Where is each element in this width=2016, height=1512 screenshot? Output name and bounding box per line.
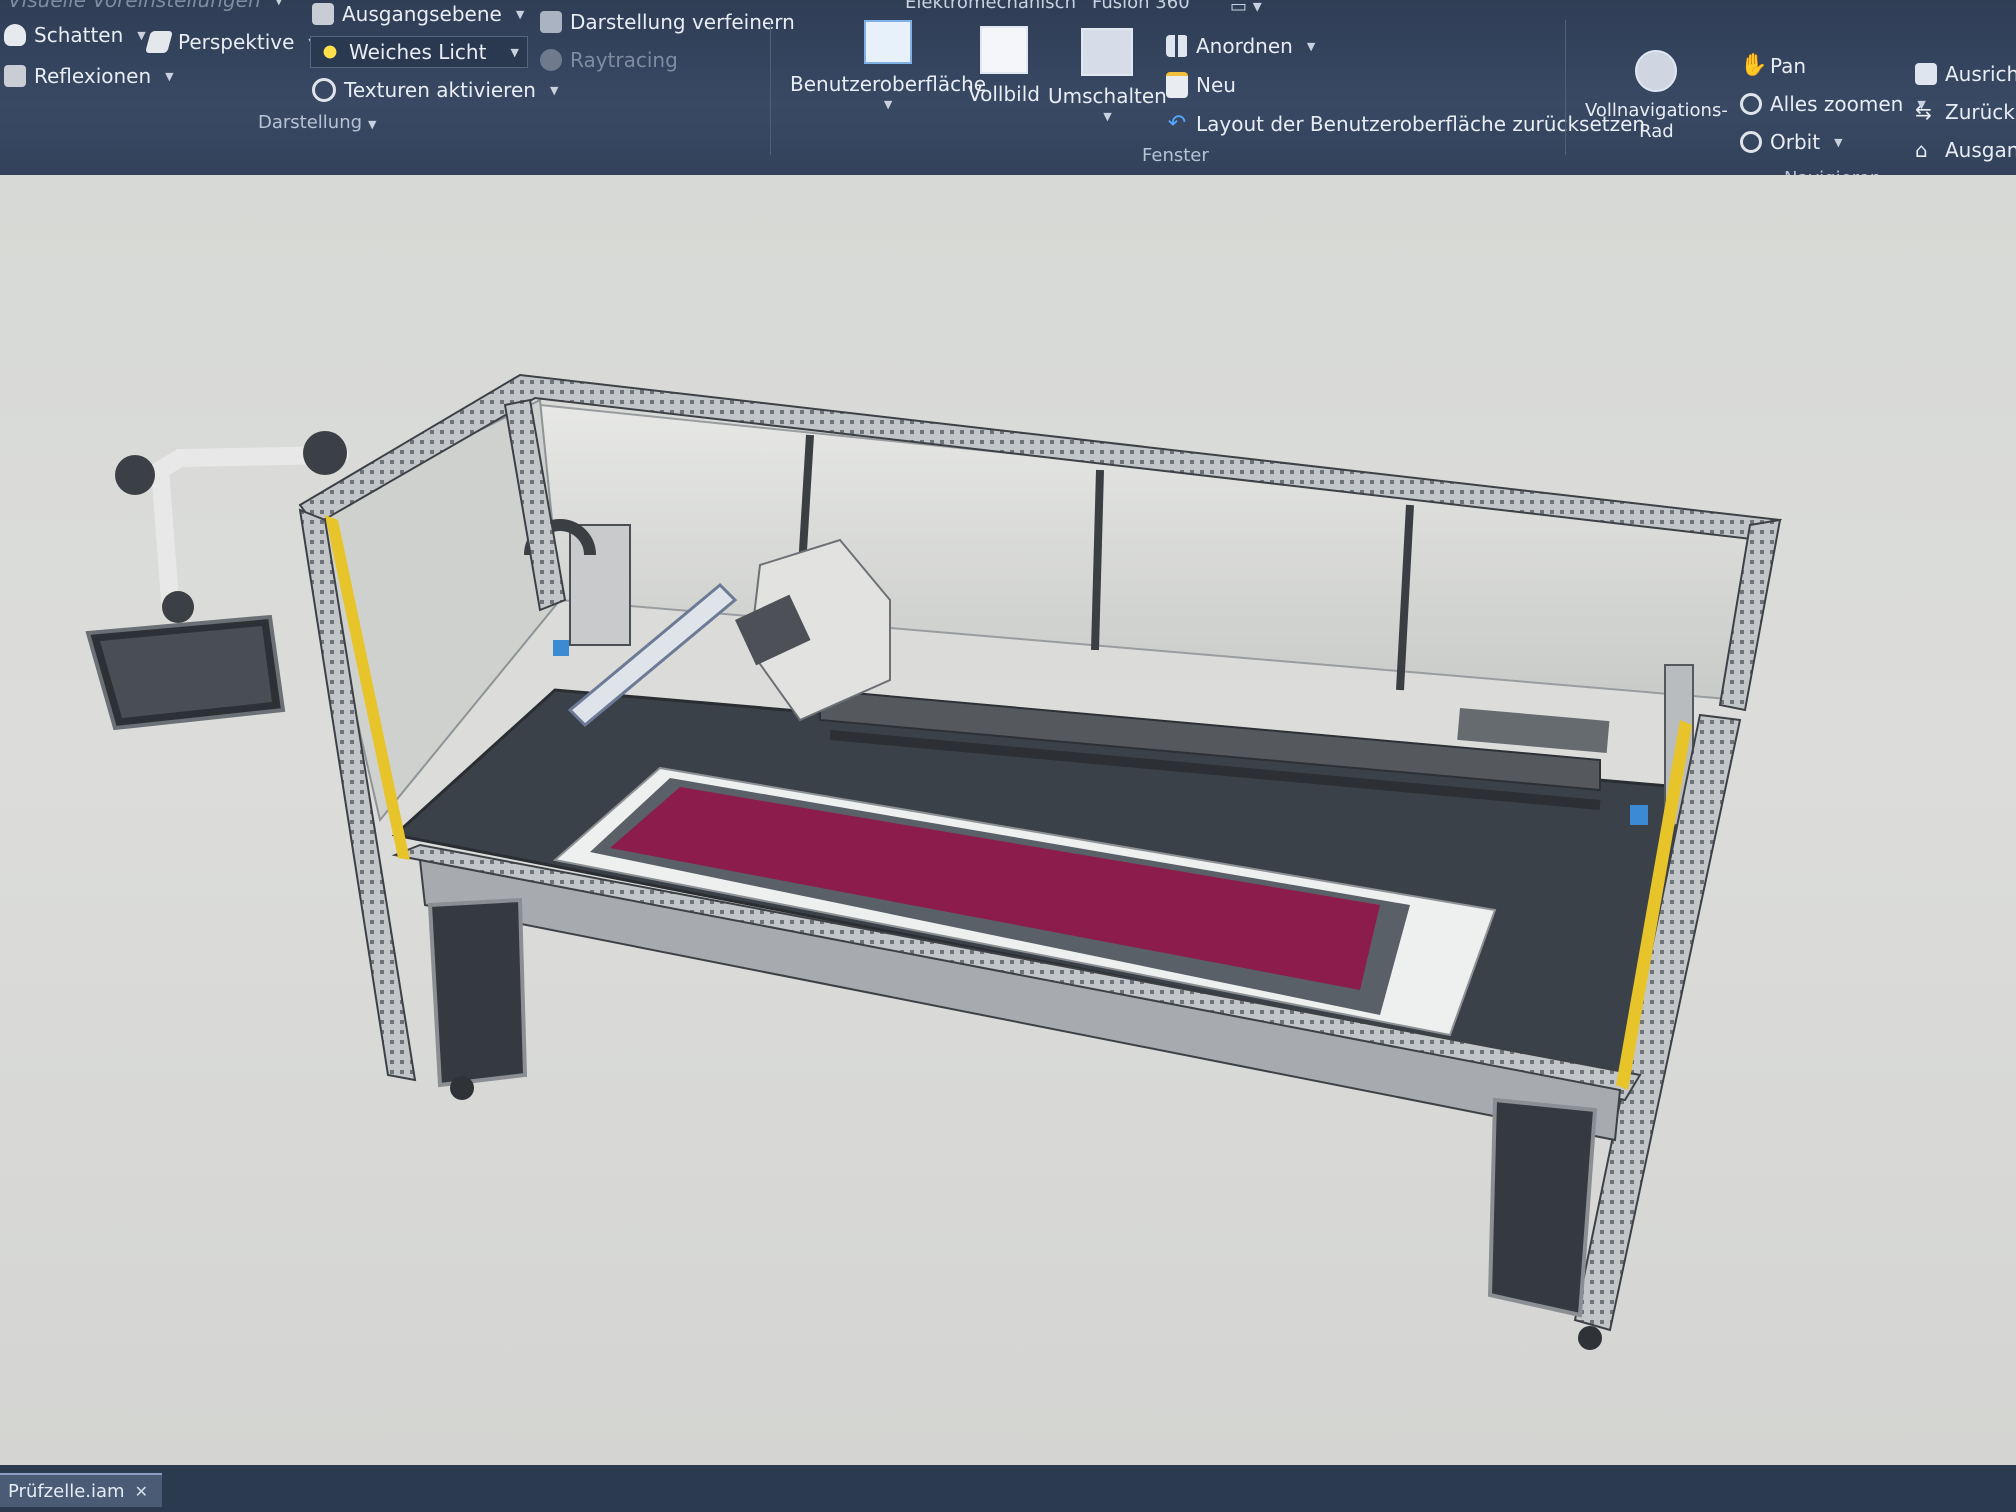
textures-dropdown[interactable]: Texturen aktivieren ▼ [312,78,558,102]
home-view-label: Ausgang [1945,138,2016,162]
back-button[interactable]: ⇆ Zurück [1915,100,2015,124]
fullscreen-button[interactable]: Vollbild [968,26,1040,106]
document-tab-bar: Prüfzelle.iam ✕ [0,1465,2016,1512]
perspective-label: Perspektive [178,30,295,54]
orbit-dropdown[interactable]: Orbit ▼ [1740,130,1843,154]
3d-viewport[interactable] [0,175,2016,1510]
align-view-icon [1915,63,1937,85]
close-icon[interactable]: ✕ [135,1482,148,1501]
perspective-icon [145,31,173,53]
zoom-icon [1740,93,1762,115]
switch-window-icon [1081,28,1134,76]
lighting-style-value: Weiches Licht [349,40,487,64]
zoom-all-label: Alles zoomen [1770,92,1904,116]
reflections-dropdown[interactable]: Reflexionen ▼ [4,64,174,88]
raytracing-button[interactable]: Raytracing [540,48,678,72]
orbit-label: Orbit [1770,130,1821,154]
full-navigation-wheel-button[interactable]: Vollnavigations- Rad [1585,50,1728,142]
group-label-darstellung[interactable]: Darstellung ▼ [258,112,377,133]
raytracing-icon [540,49,562,71]
navigation-wheel-icon [1635,50,1678,92]
full-navigation-wheel-label-2: Rad [1639,121,1674,142]
zoom-all-dropdown[interactable]: Alles zoomen ▼ [1740,92,1926,116]
document-tab[interactable]: Prüfzelle.iam ✕ [0,1473,162,1507]
assembly-render [85,373,1783,1350]
full-navigation-wheel-label-1: Vollnavigations- [1585,100,1728,121]
fullscreen-icon [979,26,1028,74]
arrange-dropdown[interactable]: Anordnen ▼ [1166,34,1315,58]
reset-layout-button[interactable]: ↶ Layout der Benutzeroberfläche zurückse… [1166,112,1645,136]
ground-plane-label: Ausgangsebene [342,2,502,26]
visual-presets-label: Visuelle Voreinstellungen [8,0,261,12]
textures-label: Texturen aktivieren [344,78,536,102]
refine-display-button[interactable]: Darstellung verfeinern [540,10,795,34]
sun-icon [319,41,341,63]
reflections-label: Reflexionen [34,64,152,88]
refine-display-label: Darstellung verfeinern [570,10,795,34]
tab-elektromechanisch[interactable]: Elektromechanisch [905,0,1076,13]
home-view-button[interactable]: ⌂ Ausgang [1915,138,2016,162]
reset-layout-label: Layout der Benutzeroberfläche zurücksetz… [1196,112,1646,136]
ribbon-separator [770,20,771,155]
monitor-screen [100,626,272,718]
back-view-icon: ⇆ [1915,100,1932,124]
new-window-label: Neu [1196,73,1236,97]
group-label-fenster: Fenster [1142,145,1209,166]
switch-window-label: Umschalten [1048,84,1167,108]
perspective-dropdown[interactable]: Perspektive▼ [145,30,317,54]
document-tab-label: Prüfzelle.iam [8,1480,125,1502]
arrange-label: Anordnen [1196,34,1293,58]
visual-presets-dropdown[interactable]: Visuelle Voreinstellungen ▼ [8,0,283,12]
fullscreen-label: Vollbild [968,82,1040,106]
darstellung-group-text: Darstellung [258,112,363,133]
pan-label: Pan [1770,54,1807,78]
tab-fusion-360[interactable]: Fusion 360 [1092,0,1190,13]
new-window-button[interactable]: Neu [1166,72,1236,98]
home-icon: ⌂ [1915,138,1928,162]
raytracing-label: Raytracing [570,48,678,72]
new-window-icon [1166,72,1188,98]
reflection-icon [4,65,26,87]
shadows-label: Schatten [34,23,124,47]
user-interface-icon [864,20,913,64]
shadow-icon [4,24,26,46]
refine-display-icon [540,11,562,33]
texture-icon [312,78,336,102]
ground-plane-dropdown[interactable]: Ausgangsebene ▼ [312,2,524,26]
ground-plane-icon [312,3,334,25]
shadows-dropdown[interactable]: Schatten ▼ [4,23,146,47]
hand-icon: ✋ [1740,53,1768,78]
user-interface-label: Benutzeroberfläche [790,72,987,96]
lighting-style-select[interactable]: Weiches Licht ▼ [310,36,528,68]
ribbon-options-icon[interactable]: ▭ ▾ [1230,0,1262,17]
switch-window-button[interactable]: Umschalten ▼ [1048,28,1167,123]
ribbon: Elektromechanisch Fusion 360 ▭ ▾ Visuell… [0,0,2016,189]
ribbon-separator [1565,20,1566,155]
pan-button[interactable]: ✋ Pan [1740,54,1806,78]
back-label: Zurück [1945,100,2015,124]
undo-arrow-icon: ↶ [1167,111,1187,136]
arrange-icon [1166,35,1188,57]
user-interface-button[interactable]: Benutzeroberfläche ▼ [790,20,986,111]
align-view-label: Ausricht [1945,62,2016,86]
orbit-icon [1740,131,1762,153]
align-view-button[interactable]: Ausricht [1915,62,2016,86]
